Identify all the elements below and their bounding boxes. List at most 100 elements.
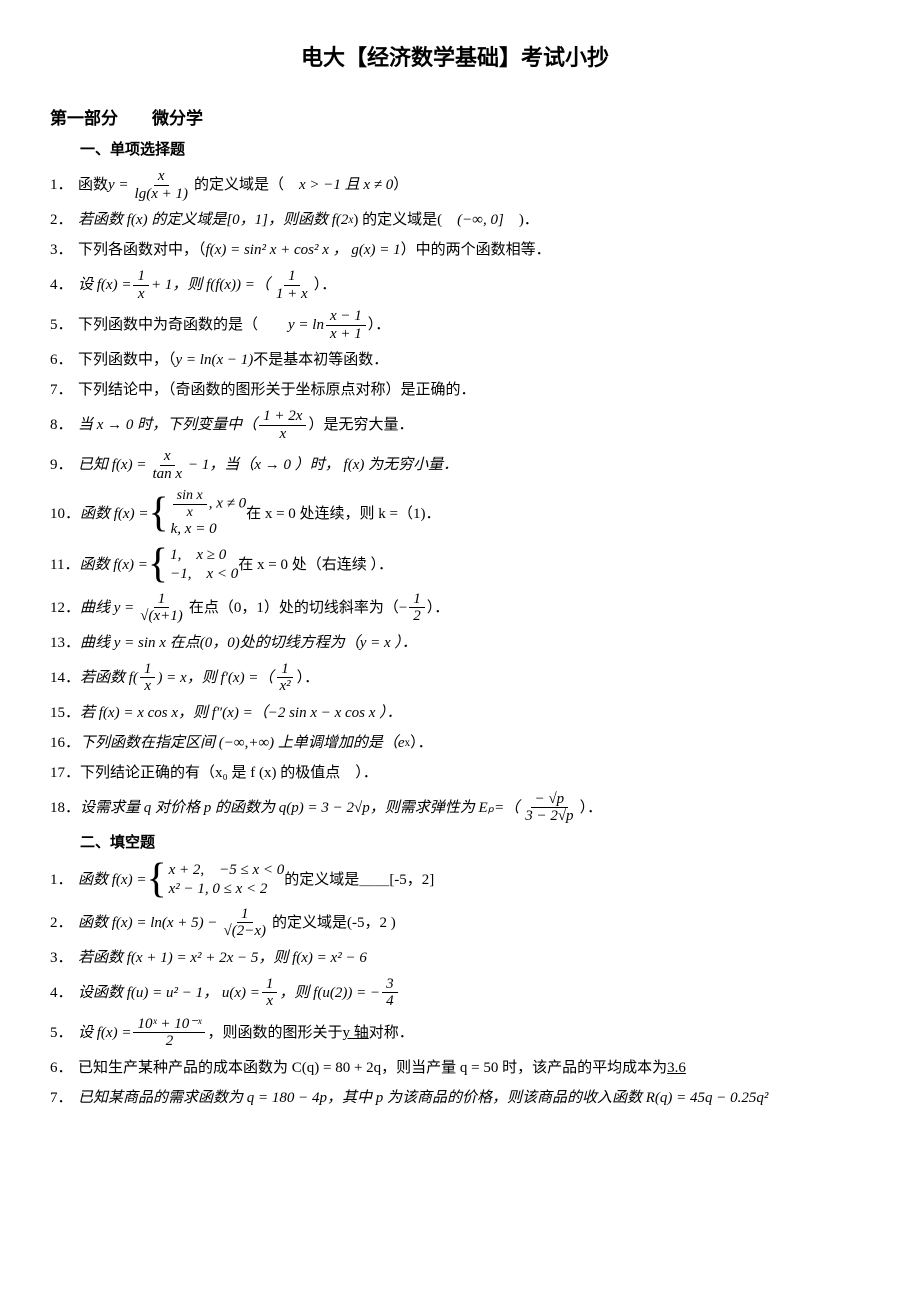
fraction: 10ˣ + 10⁻ˣ2 [133,1016,205,1050]
text: 下列函数中，（ [78,348,176,372]
text: 当 x → 0 时，下列变量中（ [78,413,257,437]
text: ）． [314,273,337,297]
text: ）是无穷大量． [308,413,413,437]
fb-q4: 4． 设函数 f(u) = u² − 1， u(x) = 1x ，则 f(u(2… [50,976,860,1010]
fraction: 1 + 2xx [259,408,306,442]
text: 下列各函数对中，（ [78,238,206,262]
fraction: 1x [133,268,149,302]
fraction: 1x [140,661,156,695]
text: 的定义域是 [272,911,347,935]
q-num: 15． [50,701,80,725]
text: 下列函数在指定区间 (−∞,+∞) 上单调增加的是（e [80,731,405,755]
text: 函数 f(x) = ln(x + 5) − [78,911,218,935]
q-num: 4． [50,273,78,297]
q-num: 7． [50,378,78,402]
text: ，则函数的图形关于 [207,1021,342,1045]
text: 下列结论中，（奇函数的图形关于坐标原点对称）是正确的． [78,378,476,402]
q-num: 17． [50,761,80,785]
q-num: 10． [50,502,80,526]
fb-q3: 3． 若函数 f(x + 1) = x² + 2x − 5，则 f(x) = x… [50,946,860,970]
text: ，则 f(u(2)) = − [279,981,380,1005]
text: 对称． [369,1021,414,1045]
answer: (-5，2 ) [347,911,396,935]
q-num: 6． [50,348,78,372]
text: 下列结论正确的有（x₀ 是 f (x) 的极值点 ）． [80,761,378,785]
q-num: 11． [50,553,79,577]
q-num: 9． [50,453,78,477]
text: ） [393,173,408,197]
text: ) 的定义域是( [353,208,457,232]
mc-q8: 8． 当 x → 0 时，下列变量中（ 1 + 2xx ）是无穷大量． [50,408,860,442]
expr: y = [108,173,129,197]
mc-q14: 14． 若函数 f( 1x ) = x，则 f′(x) =（ 1x² ）． [50,661,860,695]
q-num: 2． [50,208,78,232]
q-num: 6． [50,1056,78,1080]
q-num: 5． [50,1021,78,1045]
text: 若函数 f(x) 的定义域是[0，1]，则函数 f(2 [78,208,348,232]
mc-q18: 18． 设需求量 q 对价格 p 的函数为 q(p) = 3 − 2√p，则需求… [50,791,860,825]
text: 下列函数中为奇函数的是（ [78,313,288,337]
text: ）． [297,666,320,690]
fb-q6: 6． 已知生产某种产品的成本函数为 C(q) = 80 + 2q，则当产量 q … [50,1056,860,1080]
text: 在 x = 0 处连续，则 k =（1)． [246,502,440,526]
mc-q11: 11． 函数 f(x) = { 1, x ≥ 0 −1, x < 0 在 x =… [50,546,860,585]
q-num: 3． [50,238,78,262]
text: 设需求量 q 对价格 p 的函数为 q(p) = 3 − 2√p，则需求弹性为 … [80,796,519,820]
part1-heading: 第一部分 微分学 [50,105,860,132]
mc-q17: 17． 下列结论正确的有（x₀ 是 f (x) 的极值点 ）． [50,761,860,785]
q-num: 3． [50,946,78,970]
text: ）． [410,731,433,755]
text: 已知生产某种产品的成本函数为 C(q) = 80 + 2q，则当产量 q = 5… [78,1056,667,1080]
mc-q5: 5． 下列函数中为奇函数的是（ y = ln x − 1x + 1 ）． [50,308,860,342]
text: 的定义域是（ [194,173,299,197]
q-num: 14． [50,666,80,690]
q-num: 8． [50,413,78,437]
mc-q13: 13． 曲线 y = sin x 在点(0，0)处的切线方程为（y = x ）． [50,631,860,655]
mc-q2: 2． 若函数 f(x) 的定义域是[0，1]，则函数 f(2x ) 的定义域是(… [50,208,860,232]
fb-q5: 5． 设 f(x) = 10ˣ + 10⁻ˣ2 ，则函数的图形关于 y 轴 对称… [50,1016,860,1050]
text: 已知 f(x) = [78,453,146,477]
q-num: 18． [50,796,80,820]
piecewise: { x + 2, −5 ≤ x < 0 x² − 1, 0 ≤ x < 2 [146,861,284,900]
text: 在点（0，1）处的切线斜率为（− [189,596,407,620]
text: 函数 f(x) = [79,553,147,577]
fb-heading: 二、填空题 [80,831,860,855]
text: + 1，则 f(f(x)) =（ [151,273,270,297]
q-num: 7． [50,1086,78,1110]
text: − 1，当（x → 0 ）时， f(x) 为无穷小量． [188,453,458,477]
text: 函数 [78,173,108,197]
text: 设 f(x) = [78,1021,131,1045]
fraction: x lg(x + 1) [131,168,192,202]
mc-q16: 16． 下列函数在指定区间 (−∞,+∞) 上单调增加的是（e x ）． [50,731,860,755]
mc-heading: 一、单项选择题 [80,138,860,162]
text: ) = x，则 f′(x) =（ [157,666,273,690]
piecewise: { sin xx, x ≠ 0 k, x = 0 [148,488,246,539]
text: ）． [427,596,450,620]
fraction: 1√(2−x) [220,906,271,940]
fraction: 12 [409,591,425,625]
text: 已知某商品的需求函数为 q = 180 − 4p，其中 p 为该商品的价格，则该… [78,1086,768,1110]
fb-q2: 2． 函数 f(x) = ln(x + 5) − 1√(2−x) 的定义域是 (… [50,906,860,940]
text: 若函数 f(x + 1) = x² + 2x − 5，则 f(x) = x² −… [78,946,367,970]
text: 的定义域是＿＿ [284,868,389,892]
text: )． [504,208,539,232]
text: ）中的两个函数相等． [401,238,551,262]
q-num: 12． [50,596,80,620]
fraction: 1√(x+1) [136,591,187,625]
mc-q6: 6． 下列函数中，（ y = ln(x − 1) 不是基本初等函数． [50,348,860,372]
text: ）． [580,796,603,820]
mc-q4: 4． 设 f(x) = 1x + 1，则 f(f(x)) =（ 11 + x ）… [50,268,860,302]
text: 函数 f(x) = [80,502,148,526]
answer: 3.6 [667,1056,686,1080]
mc-q12: 12． 曲线 y = 1√(x+1) 在点（0，1）处的切线斜率为（− 12 ）… [50,591,860,625]
q-num: 13． [50,631,80,655]
text: 曲线 y = [80,596,134,620]
answer: y 轴 [342,1021,368,1045]
text: 函数 f(x) = [78,868,146,892]
fraction: 1x [262,976,278,1010]
q-num: 1． [50,173,78,197]
fb-q7: 7． 已知某商品的需求函数为 q = 180 − 4p，其中 p 为该商品的价格… [50,1086,860,1110]
expr: y = ln [288,313,324,337]
mc-q7: 7． 下列结论中，（奇函数的图形关于坐标原点对称）是正确的． [50,378,860,402]
q-num: 4． [50,981,78,1005]
